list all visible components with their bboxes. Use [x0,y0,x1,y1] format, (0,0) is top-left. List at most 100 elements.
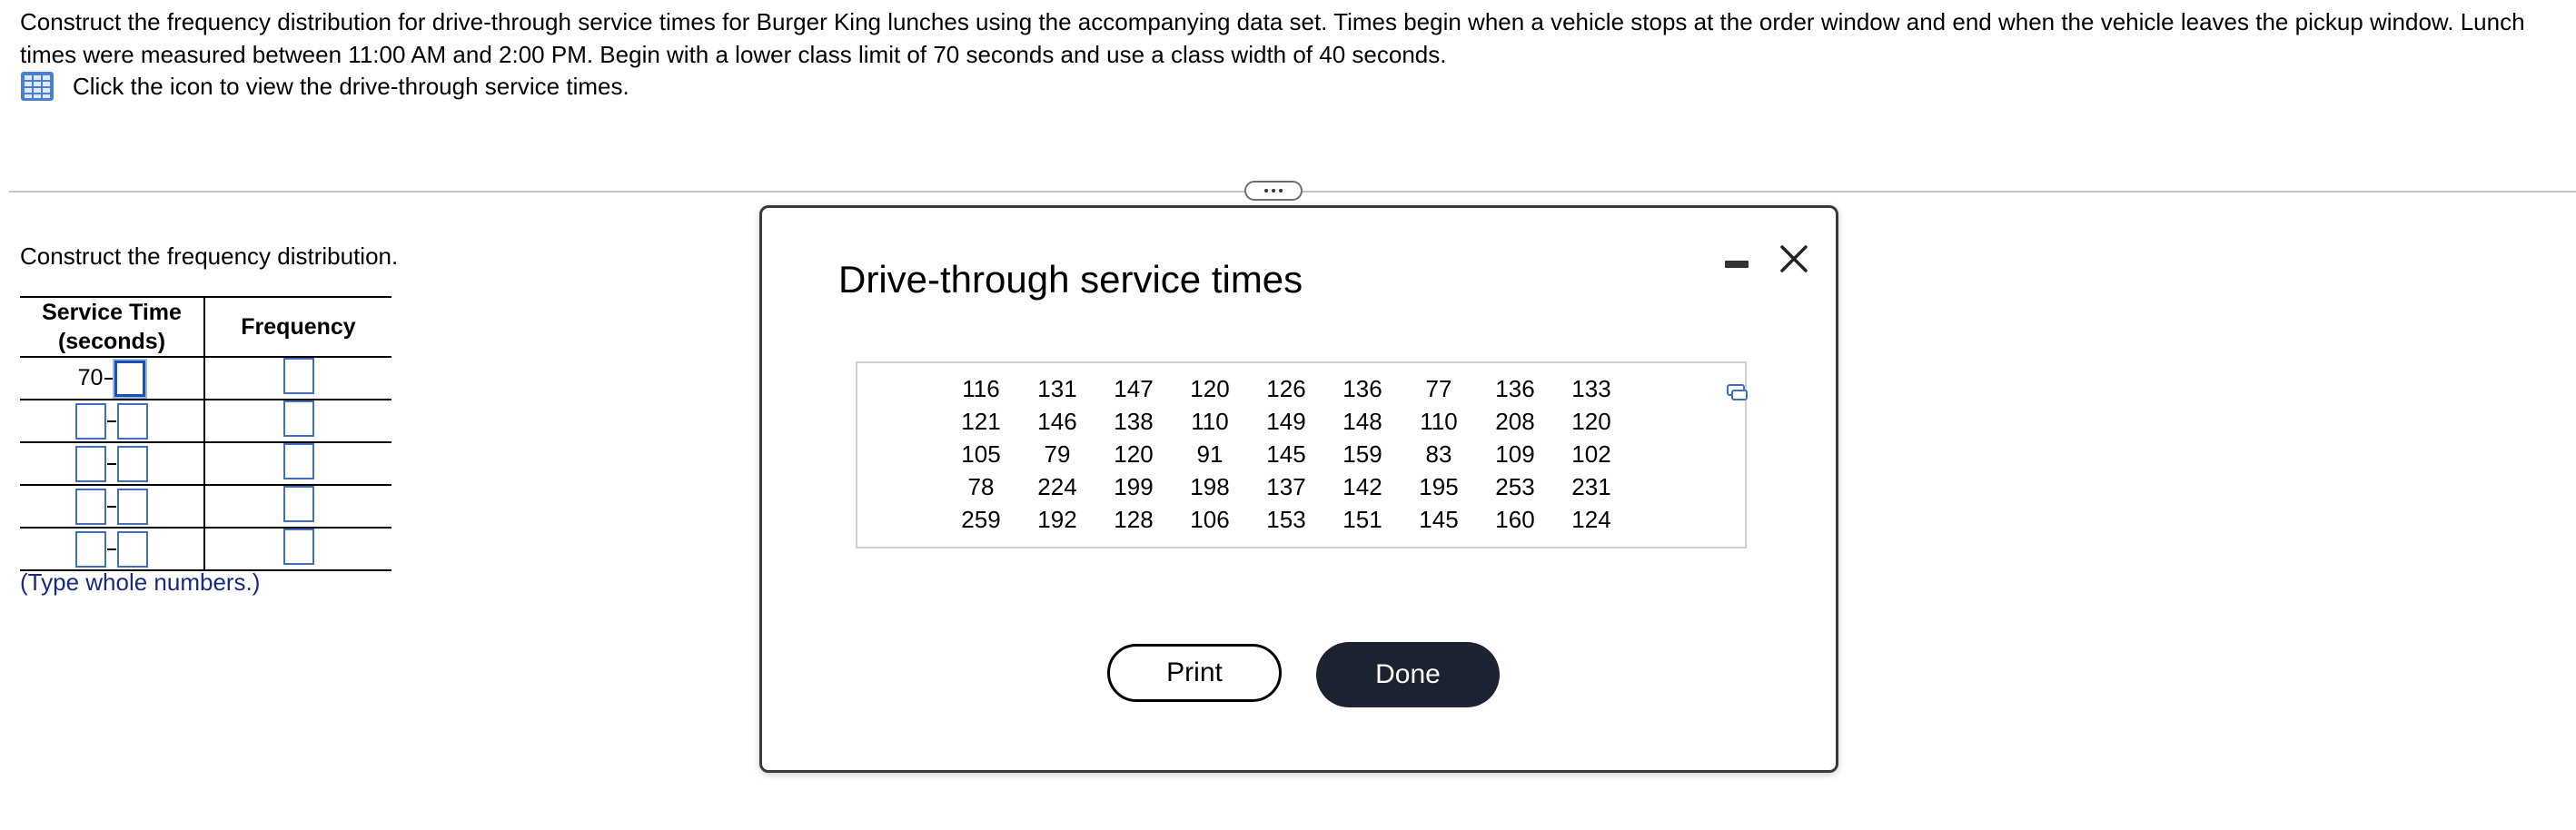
frequency-cell [204,485,391,529]
data-cell: 133 [1571,374,1611,402]
class-range-cell: 70 [20,357,205,400]
class-range-cell [20,485,205,529]
data-cell: 131 [1037,374,1077,402]
more-dots-icon[interactable] [1244,181,1303,201]
dot [1272,189,1275,193]
data-cell: 136 [1495,374,1535,402]
data-cell: 146 [1037,407,1077,435]
data-cell: 153 [1266,505,1306,533]
data-cell: 198 [1190,472,1230,500]
service-times-table: 116 131 147 120 126 136 77 136 133 121 146 138 110 14… [943,372,1630,536]
frequency-table: Service Time (seconds) Frequency 70 [20,296,391,571]
data-cell: 253 [1495,472,1535,500]
lower-limit-input[interactable] [75,402,106,440]
table-grid-icon[interactable] [20,71,54,102]
data-modal: Drive-through service times 116 131 147 120… [759,205,1838,773]
whole-numbers-hint: (Type whole numbers.) [20,568,261,596]
data-cell: 116 [962,374,1000,402]
table-row [20,442,391,486]
lower-limit-input[interactable] [75,445,106,482]
data-cell: 138 [1114,407,1154,435]
data-cell: 128 [1114,505,1154,533]
data-cell: 110 [1191,407,1229,435]
data-cell: 259 [961,505,1001,533]
lower-limit-input[interactable] [75,488,106,525]
upper-limit-input[interactable] [117,402,148,440]
view-data-link-label[interactable]: Click the icon to view the drive-through… [73,73,629,101]
frequency-cell [204,442,391,486]
data-cell: 159 [1342,440,1382,468]
table-row [20,528,391,571]
data-cell: 83 [1425,440,1452,468]
minimize-icon[interactable] [1723,248,1750,275]
data-cell: 142 [1342,472,1382,500]
data-cell: 192 [1037,505,1077,533]
frequency-input[interactable] [282,400,314,437]
upper-limit-input[interactable] [117,530,148,568]
data-cell: 151 [1342,505,1382,533]
frequency-input[interactable] [282,443,314,479]
question-line-2: times were measured between 11:00 AM and… [20,41,1447,68]
data-cell: 106 [1190,505,1230,533]
data-cell: 208 [1495,407,1535,435]
data-cell: 126 [1266,374,1306,402]
data-cell: 199 [1114,472,1154,500]
frequency-input[interactable] [282,486,314,522]
frequency-input[interactable] [282,358,314,394]
data-cell: 160 [1495,505,1535,533]
data-cell: 120 [1190,374,1230,402]
data-cell: 79 [1044,440,1071,468]
answer-instruction: Construct the frequency distribution. [20,242,399,270]
data-cell: 224 [1037,472,1077,500]
data-row: 121 146 138 110 149 148 110 208 120 [943,405,1630,438]
header-service-time-line2: (seconds) [57,329,166,354]
upper-limit-input[interactable] [117,445,148,482]
data-cell: 121 [961,407,1001,435]
data-cell: 78 [967,472,995,500]
lower-limit-fixed: 70 [77,365,104,390]
data-table-container: 116 131 147 120 126 136 77 136 133 121 146 138 110 14… [856,361,1749,548]
header-frequency: Frequency [204,296,391,358]
range-dash [104,377,114,380]
data-cell: 110 [1420,407,1458,435]
frequency-cell [204,357,391,400]
done-button[interactable]: Done [1316,642,1500,707]
data-cell: 120 [1114,440,1154,468]
dot [1279,189,1283,193]
upper-limit-input[interactable] [117,488,148,525]
data-cell: 77 [1425,374,1452,402]
data-cell: 145 [1419,505,1459,533]
question-line-1: Construct the frequency distribution for… [20,8,2525,35]
range-dash [107,462,116,465]
print-button[interactable]: Print [1107,644,1282,702]
close-icon[interactable] [1776,241,1812,277]
data-cell: 147 [1114,374,1154,402]
copy-icon[interactable] [1726,381,1749,403]
table-row: 70 [20,357,391,400]
header-service-time-line1: Service Time [42,300,182,325]
header-service-time: Service Time (seconds) [20,296,205,358]
range-dash [107,548,116,550]
range-dash [107,420,116,422]
data-row: 259 192 128 106 153 151 145 160 124 [943,503,1630,536]
data-cell: 136 [1342,374,1382,402]
data-row: 78 224 199 198 137 142 195 253 231 [943,470,1630,503]
minimize-bar [1725,261,1749,268]
lower-limit-input[interactable] [75,530,106,568]
data-cell: 148 [1342,407,1382,435]
class-range-cell [20,528,205,571]
view-data-link[interactable]: Click the icon to view the drive-through… [20,69,629,104]
upper-limit-input[interactable] [114,360,146,397]
data-cell: 231 [1571,472,1611,500]
data-row: 116 131 147 120 126 136 77 136 133 [943,372,1630,405]
table-row [20,485,391,529]
data-cell: 149 [1266,407,1306,435]
data-cell: 137 [1266,472,1306,500]
frequency-input[interactable] [282,529,314,565]
data-cell: 124 [1571,505,1611,533]
frequency-cell [204,400,391,443]
data-cell: 195 [1419,472,1459,500]
data-cell: 120 [1571,407,1611,435]
data-row: 105 79 120 91 145 159 83 109 102 [943,438,1630,470]
class-range-cell [20,400,205,443]
